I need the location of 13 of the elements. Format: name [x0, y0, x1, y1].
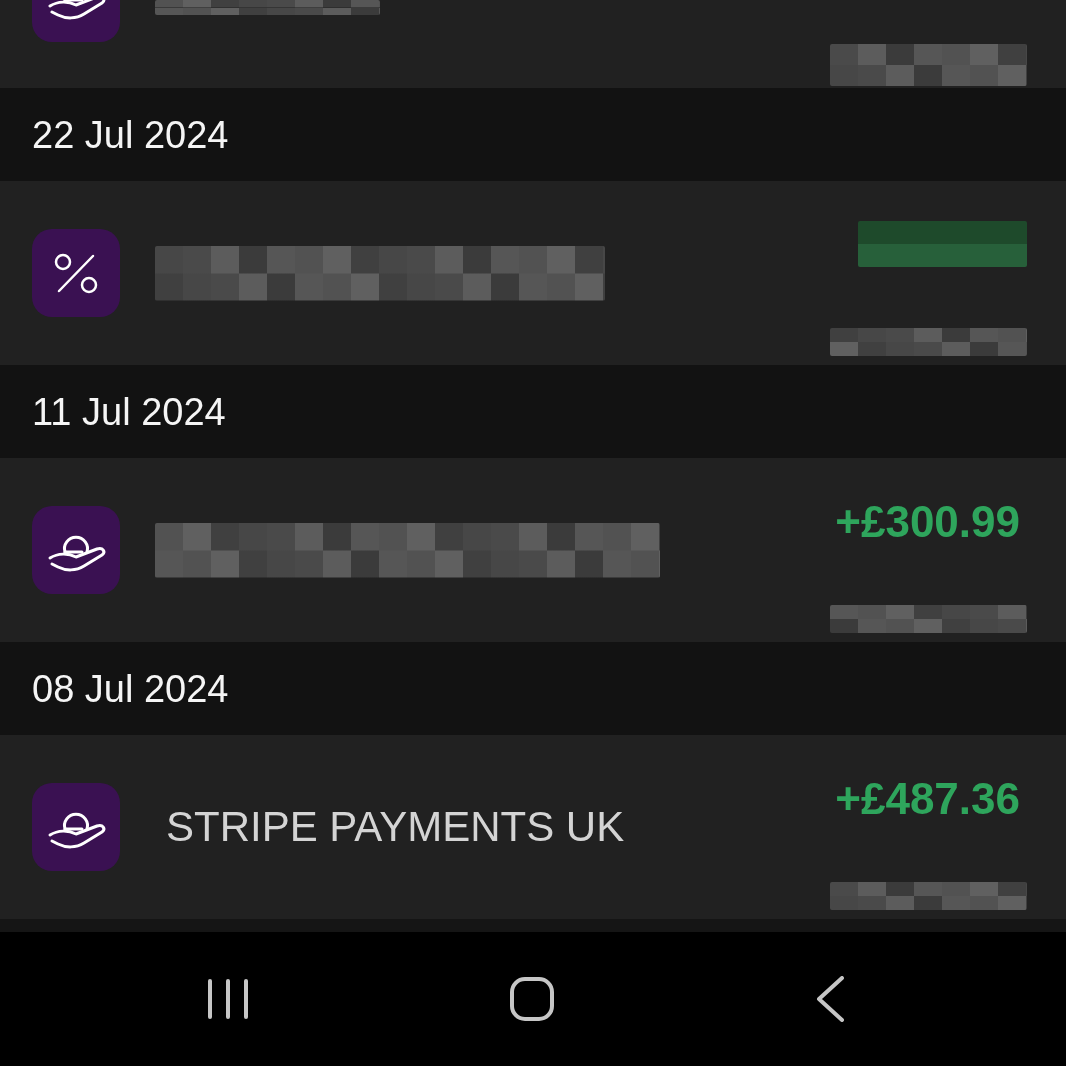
coin-in-hand-icon — [32, 506, 120, 594]
transaction-amount: +£300.99 — [835, 500, 1020, 544]
percent-icon — [32, 229, 120, 317]
recent-apps-icon[interactable] — [208, 979, 248, 1019]
date-heading: 08 Jul 2024 — [32, 669, 229, 708]
transaction-amount: +£487.36 — [835, 777, 1020, 821]
date-heading: 11 Jul 2024 — [32, 392, 226, 431]
back-icon[interactable] — [816, 976, 844, 1022]
transaction-name: STRIPE PAYMENTS UK — [165, 803, 625, 851]
home-icon[interactable] — [510, 977, 554, 1021]
date-heading: 22 Jul 2024 — [32, 115, 229, 154]
coin-in-hand-icon — [32, 783, 120, 871]
coin-in-hand-icon — [32, 0, 120, 42]
